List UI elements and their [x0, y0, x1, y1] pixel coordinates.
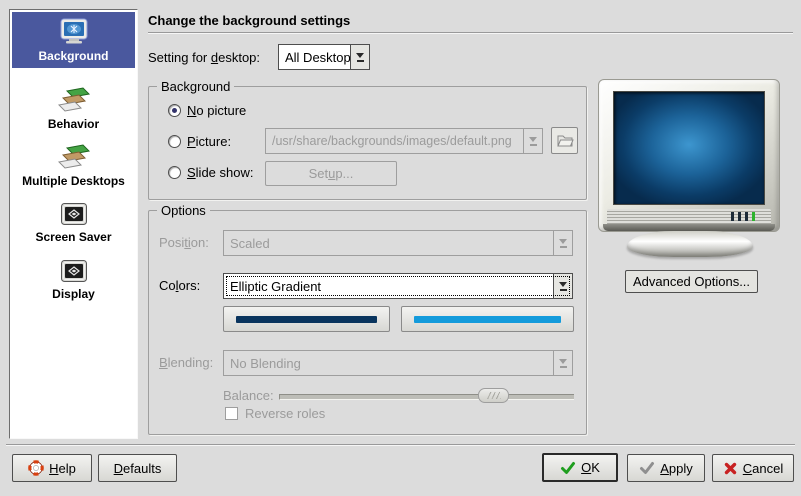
color2-swatch-button[interactable] [401, 306, 574, 332]
color2-bar [414, 316, 561, 323]
advanced-options-button[interactable]: Advanced Options... [625, 270, 758, 293]
ok-label: OK [581, 460, 600, 475]
picture-path-combo[interactable]: /usr/share/backgrounds/images/default.pn… [265, 128, 543, 154]
screensaver-monitor-icon [60, 202, 88, 228]
picture-label: Picture: [187, 134, 231, 149]
slider-track [279, 394, 574, 400]
colors-combo[interactable]: Elliptic Gradient [223, 273, 573, 299]
color1-swatch-button[interactable] [223, 306, 390, 332]
options-group-title: Options [157, 203, 210, 218]
monitor-preview [598, 79, 780, 232]
reverse-roles-label: Reverse roles [245, 406, 325, 421]
desktop-files-icon [57, 87, 91, 115]
monitor-vents [607, 209, 771, 225]
sidebar-item-label: Display [52, 287, 95, 301]
blending-combo[interactable]: No Blending [223, 350, 573, 376]
gray-check-icon [639, 460, 655, 476]
slide-show-label: Slide show: [187, 165, 253, 180]
colors-value: Elliptic Gradient [224, 274, 553, 298]
color1-bar [236, 316, 378, 323]
monitor-preview-screen [613, 91, 765, 205]
reverse-roles-checkbox[interactable] [225, 407, 238, 420]
slider-grip-icon [487, 392, 501, 399]
options-group: Options Position: Scaled Colors: Ellipti… [148, 210, 587, 435]
position-value: Scaled [224, 231, 553, 255]
header-separator [148, 32, 793, 34]
red-cross-icon [723, 461, 738, 476]
blending-label: Blending: [159, 355, 213, 370]
advanced-options-label: Advanced Options... [633, 274, 750, 289]
help-button[interactable]: Help [12, 454, 92, 482]
apply-button[interactable]: Apply [627, 454, 705, 482]
chevron-down-icon [350, 45, 369, 69]
monitor-base [603, 224, 775, 231]
picture-path-value: /usr/share/backgrounds/images/default.pn… [266, 129, 523, 153]
setting-for-desktop-label: Setting for desktop: [148, 50, 260, 65]
open-folder-icon [556, 133, 574, 149]
sidebar-item-label: Behavior [48, 117, 99, 131]
chevron-down-icon [553, 351, 572, 375]
lifebuoy-help-icon [28, 460, 44, 476]
background-group: Background No picture Picture: /usr/shar… [148, 86, 587, 200]
blending-value: No Blending [224, 351, 553, 375]
green-check-icon [560, 460, 576, 476]
cancel-button[interactable]: Cancel [712, 454, 794, 482]
colors-label: Colors: [159, 278, 200, 293]
desktop-select[interactable]: All Desktops [278, 44, 370, 70]
footer-separator [6, 444, 795, 446]
sidebar-item-background[interactable]: Background [12, 12, 135, 68]
background-group-title: Background [157, 79, 234, 94]
page-title: Change the background settings [148, 13, 350, 28]
background-settings-window: Background Behavior Multiple Desktop [0, 0, 801, 496]
slide-show-setup-button[interactable]: Setup... [265, 161, 397, 186]
sidebar-item-label: Multiple Desktops [22, 174, 125, 188]
display-monitor-icon [60, 259, 88, 285]
chevron-down-icon [553, 231, 572, 255]
monitor-blue-icon [57, 17, 91, 47]
balance-label: Balance: [223, 388, 274, 403]
sidebar-item-behavior[interactable]: Behavior [12, 81, 135, 137]
sidebar-item-multiple-desktops[interactable]: Multiple Desktops [12, 138, 135, 194]
ok-button[interactable]: OK [542, 453, 618, 482]
apply-label: Apply [660, 461, 693, 476]
monitor-stand [627, 231, 753, 257]
no-picture-label: No picture [187, 103, 246, 118]
help-label: Help [49, 461, 76, 476]
sidebar-item-label: Background [38, 49, 108, 63]
desktop-files-icon [57, 144, 91, 172]
picture-radio[interactable] [168, 135, 181, 148]
position-combo[interactable]: Scaled [223, 230, 573, 256]
sidebar-item-screen-saver[interactable]: Screen Saver [12, 195, 135, 251]
browse-folder-button[interactable] [551, 127, 578, 154]
defaults-label: Defaults [114, 461, 162, 476]
cancel-label: Cancel [743, 461, 783, 476]
desktop-select-value: All Desktops [279, 45, 350, 69]
no-picture-radio[interactable] [168, 104, 181, 117]
monitor-indicator-lights [731, 212, 755, 221]
position-label: Position: [159, 235, 209, 250]
defaults-button[interactable]: Defaults [98, 454, 177, 482]
sidebar-item-label: Screen Saver [35, 230, 111, 244]
setup-button-label: Setup... [309, 166, 354, 181]
chevron-down-icon [523, 129, 542, 153]
slider-handle[interactable] [478, 388, 509, 403]
sidebar-item-display[interactable]: Display [12, 252, 135, 308]
slide-show-radio[interactable] [168, 166, 181, 179]
chevron-down-icon [553, 274, 572, 298]
module-list: Background Behavior Multiple Desktop [9, 9, 138, 439]
